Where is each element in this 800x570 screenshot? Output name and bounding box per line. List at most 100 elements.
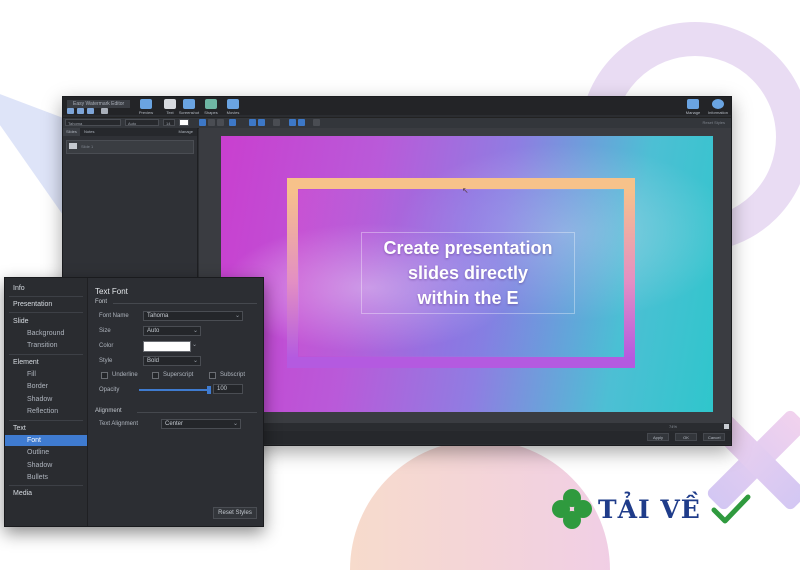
apply-button[interactable]: Apply — [647, 433, 669, 441]
slide-canvas-area: ↖ Create presentation slides directly wi… — [199, 128, 731, 428]
text-alignment-label: Text Alignment — [99, 421, 139, 427]
slide-item-label: Slide 1 — [81, 144, 94, 149]
color-swatch[interactable] — [143, 341, 191, 352]
font-name-value: Tahoma — [147, 313, 169, 319]
checkmark-icon — [711, 494, 751, 524]
underline-button[interactable] — [217, 119, 224, 126]
opacity-label: Opacity — [99, 387, 120, 393]
nav-divider — [9, 296, 83, 297]
nav-divider — [9, 354, 83, 355]
movies-icon — [227, 99, 239, 109]
font-select[interactable]: Tahoma — [65, 119, 121, 126]
screenshot-button[interactable]: Screenshot — [178, 99, 200, 115]
outdent-button[interactable] — [298, 119, 305, 126]
align-center-button[interactable] — [249, 119, 256, 126]
fit-icon[interactable] — [724, 424, 729, 429]
manage-slides-link[interactable]: Manage — [179, 128, 193, 136]
opacity-value: 100 — [217, 386, 228, 392]
nav-text-shadow[interactable]: Shadow — [5, 460, 87, 471]
tab-slides[interactable]: Slides — [63, 128, 80, 136]
italic-button[interactable] — [208, 119, 215, 126]
slide-canvas[interactable]: ↖ Create presentation slides directly wi… — [221, 136, 713, 412]
text-alignment-select[interactable]: Center ⌄ — [161, 419, 241, 429]
section-divider — [113, 303, 257, 304]
cancel-button[interactable]: Cancel — [703, 433, 726, 441]
nav-divider — [9, 312, 83, 313]
chevron-down-icon: ⌄ — [234, 313, 240, 319]
size-value-field[interactable]: 14 — [163, 119, 175, 126]
info-icon — [712, 99, 724, 109]
slide-text-line: slides directly — [407, 262, 529, 283]
preview-icon — [140, 99, 152, 109]
manage-button[interactable]: Manage — [682, 99, 704, 115]
text-alignment-value: Center — [165, 421, 184, 427]
opacity-slider-thumb[interactable] — [207, 386, 211, 394]
list-button[interactable] — [273, 119, 280, 126]
nav-border[interactable]: Border — [5, 381, 87, 392]
slide-text-box[interactable]: Create presentation slides directly with… — [361, 232, 575, 314]
opacity-spinner[interactable]: 100 — [213, 384, 243, 394]
size-value: Auto — [147, 328, 160, 334]
zoom-bar: 74% — [199, 423, 731, 430]
font-name-select[interactable]: Tahoma ⌄ — [143, 311, 243, 321]
superscript-checkbox[interactable] — [152, 372, 159, 379]
watermark-text: TẢI VỀ — [598, 494, 701, 524]
subscript-label: Subscript — [220, 372, 246, 378]
size-select[interactable]: Auto ⌄ — [143, 326, 201, 336]
nav-shadow[interactable]: Shadow — [5, 394, 87, 405]
shapes-icon — [205, 99, 217, 109]
reset-styles-button[interactable]: Reset Styles — [213, 507, 257, 519]
shapes-button[interactable]: Shapes — [200, 99, 222, 115]
nav-fill[interactable]: Fill — [5, 369, 87, 380]
nav-presentation[interactable]: Presentation — [5, 299, 87, 310]
size-select[interactable]: Auto — [125, 119, 159, 126]
nav-text[interactable]: Text — [5, 423, 87, 434]
main-toolbar: Preview Text Screenshot Shapes Movies Ma… — [63, 97, 731, 117]
dialog-button-bar: Apply OK Cancel — [199, 431, 731, 444]
nav-font[interactable]: Font — [5, 435, 87, 446]
bold-button[interactable] — [199, 119, 206, 126]
underline-checkbox[interactable] — [101, 372, 108, 379]
color-label: Color — [99, 343, 114, 349]
properties-panel: Info Presentation Slide Background Trans… — [4, 277, 264, 527]
link-button[interactable] — [313, 119, 320, 126]
slide-list-item[interactable]: Slide 1 — [66, 140, 194, 154]
align-right-button[interactable] — [258, 119, 265, 126]
panel-heading: Text Font — [95, 287, 128, 296]
slide-text-line: Create presentation — [383, 237, 553, 258]
subscript-checkbox[interactable] — [209, 372, 216, 379]
movies-button[interactable]: Movies — [222, 99, 244, 115]
nav-element[interactable]: Element — [5, 357, 87, 368]
nav-outline[interactable]: Outline — [5, 447, 87, 458]
slide-text: Create presentation slides directly with… — [383, 236, 552, 311]
information-button[interactable]: Information — [707, 99, 729, 115]
nav-bullets[interactable]: Bullets — [5, 472, 87, 483]
tab-notes[interactable]: Notes — [81, 128, 97, 136]
zoom-level[interactable]: 74% — [669, 424, 677, 429]
format-reset-label[interactable]: Reset Styles — [703, 120, 725, 125]
slide-text-line: within the E — [417, 287, 519, 308]
color-picker[interactable] — [179, 119, 189, 126]
font-section-label: Font — [95, 299, 108, 305]
style-select[interactable]: Bold ⌄ — [143, 356, 201, 366]
align-left-button[interactable] — [229, 119, 236, 126]
nav-transition[interactable]: Transition — [5, 340, 87, 351]
preview-button[interactable]: Preview — [135, 99, 157, 115]
nav-divider — [9, 485, 83, 486]
text-font-settings: Text Font Font Font Name Tahoma ⌄ Size A… — [91, 278, 263, 526]
underline-label: Underline — [112, 372, 138, 378]
nav-background[interactable]: Background — [5, 328, 87, 339]
indent-button[interactable] — [289, 119, 296, 126]
style-label: Style — [99, 358, 113, 364]
style-value: Bold — [147, 358, 160, 364]
site-watermark-logo: TẢI VỀ — [552, 487, 751, 531]
nav-media[interactable]: Media — [5, 488, 87, 499]
nav-reflection[interactable]: Reflection — [5, 406, 87, 417]
clover-icon — [552, 489, 592, 529]
chevron-down-icon[interactable]: ⌄ — [192, 341, 197, 348]
alignment-section-label: Alignment — [95, 408, 122, 414]
superscript-label: Superscript — [163, 372, 194, 378]
nav-info[interactable]: Info — [5, 283, 87, 294]
ok-button[interactable]: OK — [675, 433, 697, 441]
nav-slide[interactable]: Slide — [5, 316, 87, 327]
